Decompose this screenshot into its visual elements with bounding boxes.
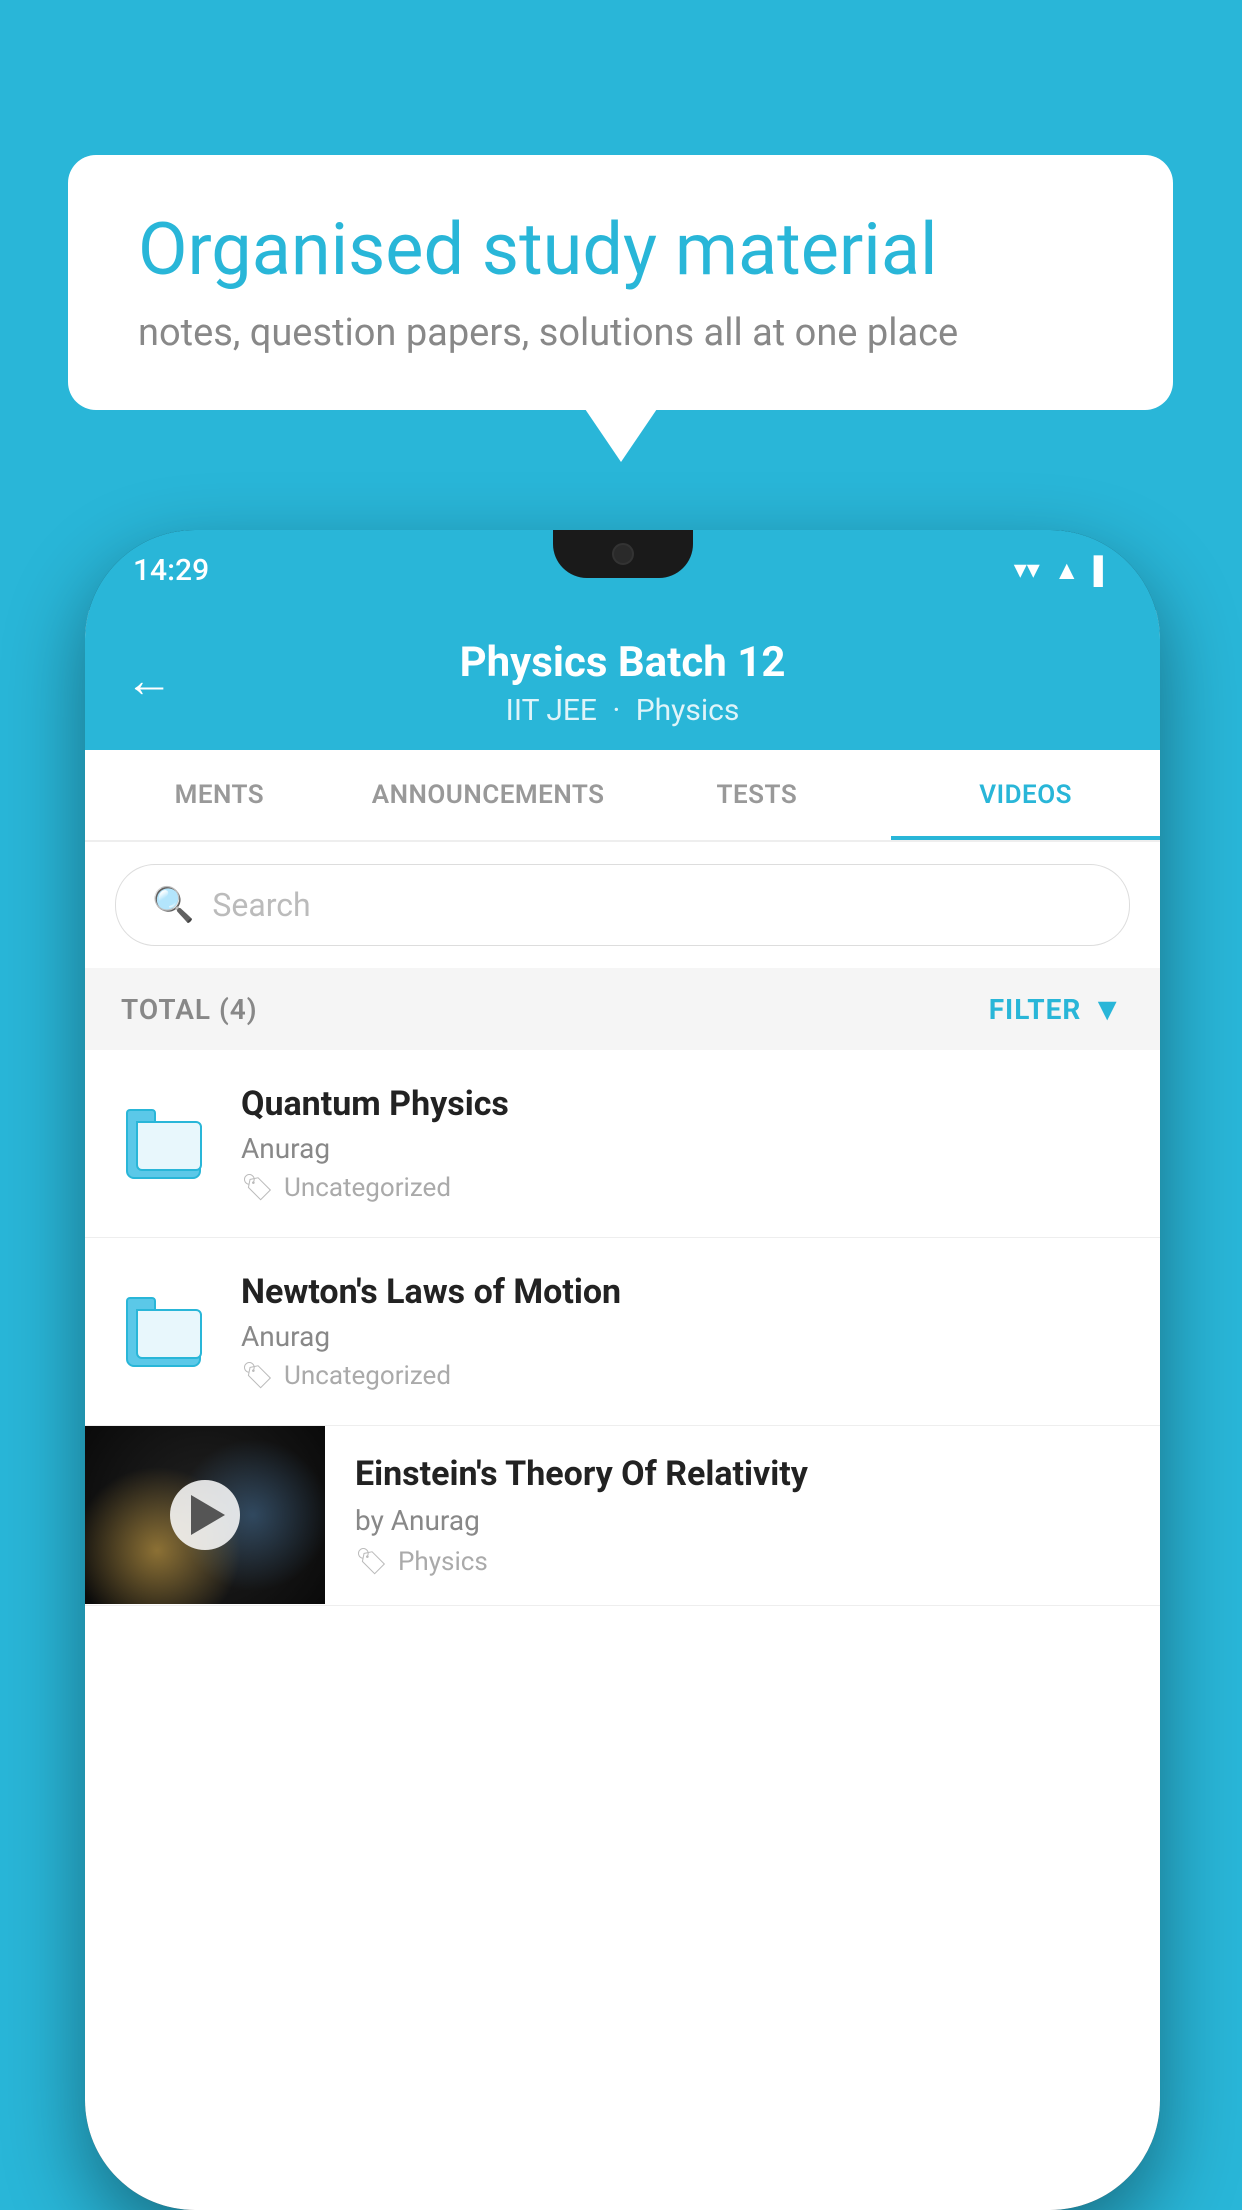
folder-icon <box>126 1109 206 1179</box>
subtitle-part2: Physics <box>636 693 740 728</box>
play-button[interactable] <box>170 1480 240 1550</box>
app-header: ← Physics Batch 12 IIT JEE · Physics <box>85 610 1160 750</box>
tag-label: Uncategorized <box>284 1361 451 1391</box>
bubble-subtitle: notes, question papers, solutions all at… <box>138 311 1103 355</box>
phone-notch <box>553 530 693 578</box>
video-thumbnail <box>85 1426 325 1604</box>
video-author: by Anurag <box>355 1504 1130 1537</box>
status-icons: ▾▾ ▲ ▌ <box>1014 555 1112 586</box>
search-bar[interactable]: 🔍 Search <box>115 864 1130 946</box>
subtitle-separator: · <box>612 693 627 728</box>
list-item-video[interactable]: Einstein's Theory Of Relativity by Anura… <box>85 1426 1160 1606</box>
tab-videos[interactable]: VIDEOS <box>891 750 1160 840</box>
item-details: Quantum Physics Anurag 🏷 Uncategorized <box>241 1084 1124 1203</box>
camera-dot <box>612 543 634 565</box>
item-title: Newton's Laws of Motion <box>241 1272 1124 1312</box>
wifi-icon: ▾▾ <box>1014 555 1040 585</box>
status-bar: 14:29 ▾▾ ▲ ▌ <box>85 530 1160 610</box>
phone-inner: ← Physics Batch 12 IIT JEE · Physics MEN… <box>85 610 1160 2210</box>
folder-icon <box>126 1297 206 1367</box>
list-item[interactable]: Quantum Physics Anurag 🏷 Uncategorized <box>85 1050 1160 1238</box>
filter-icon: ▼ <box>1091 990 1124 1028</box>
item-icon <box>121 1099 211 1189</box>
phone-frame: 14:29 ▾▾ ▲ ▌ ← Physics Batch 12 IIT JEE … <box>85 530 1160 2210</box>
back-button[interactable]: ← <box>125 652 173 709</box>
tag-label: Uncategorized <box>284 1173 451 1203</box>
tag-icon: 🏷 <box>355 1547 388 1577</box>
tag-icon: 🏷 <box>241 1361 274 1391</box>
item-author: Anurag <box>241 1320 1124 1353</box>
search-icon: 🔍 <box>152 885 194 925</box>
bubble-title: Organised study material <box>138 210 1103 289</box>
search-container: 🔍 Search <box>85 842 1160 968</box>
item-tag: 🏷 Uncategorized <box>241 1173 1124 1203</box>
item-title: Quantum Physics <box>241 1084 1124 1124</box>
total-count: TOTAL (4) <box>121 993 258 1026</box>
search-placeholder: Search <box>212 886 310 924</box>
item-tag: 🏷 Uncategorized <box>241 1361 1124 1391</box>
list-item[interactable]: Newton's Laws of Motion Anurag 🏷 Uncateg… <box>85 1238 1160 1426</box>
app-subtitle: IIT JEE · Physics <box>506 693 740 728</box>
filter-label: FILTER <box>989 993 1082 1026</box>
status-time: 14:29 <box>133 553 209 588</box>
tag-icon: 🏷 <box>241 1173 274 1203</box>
item-icon <box>121 1287 211 1377</box>
video-title: Einstein's Theory Of Relativity <box>355 1454 1130 1494</box>
app-title: Physics Batch 12 <box>460 638 786 687</box>
video-tag: 🏷 Physics <box>355 1547 1130 1577</box>
tab-ments[interactable]: MENTS <box>85 750 354 840</box>
tag-label: Physics <box>398 1547 488 1577</box>
play-triangle-icon <box>191 1495 225 1535</box>
signal-icon: ▲ <box>1054 555 1080 586</box>
speech-bubble: Organised study material notes, question… <box>68 155 1173 410</box>
filter-bar: TOTAL (4) FILTER ▼ <box>85 968 1160 1050</box>
tabs-bar: MENTS ANNOUNCEMENTS TESTS VIDEOS <box>85 750 1160 842</box>
video-details: Einstein's Theory Of Relativity by Anura… <box>325 1426 1160 1605</box>
battery-icon: ▌ <box>1094 555 1112 586</box>
filter-button[interactable]: FILTER ▼ <box>989 990 1124 1028</box>
subtitle-part1: IIT JEE <box>506 693 597 728</box>
item-details: Newton's Laws of Motion Anurag 🏷 Uncateg… <box>241 1272 1124 1391</box>
item-author: Anurag <box>241 1132 1124 1165</box>
tab-announcements[interactable]: ANNOUNCEMENTS <box>354 750 623 840</box>
tab-tests[interactable]: TESTS <box>623 750 892 840</box>
